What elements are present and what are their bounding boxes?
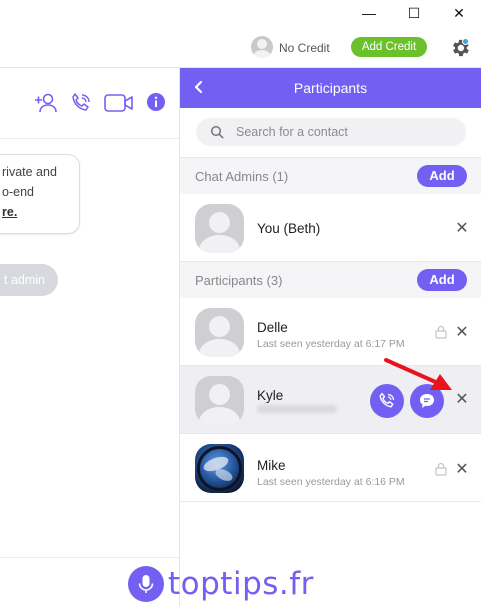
lock-icon[interactable] — [435, 462, 447, 476]
window-titlebar: — ☐ ✕ — [0, 0, 481, 28]
last-seen-text: Last seen yesterday at 6:16 PM — [257, 476, 405, 488]
admin-system-message: t admin — [0, 264, 58, 296]
voice-message-button[interactable] — [128, 566, 164, 602]
audio-call-icon[interactable] — [70, 92, 92, 114]
video-call-icon[interactable] — [104, 92, 134, 114]
microphone-icon — [138, 575, 154, 593]
composer-divider — [0, 557, 179, 558]
add-participant-button[interactable]: Add — [417, 269, 467, 291]
avatar — [195, 376, 244, 425]
credit-status: No Credit — [279, 41, 330, 55]
chat-area: rivate and o-end re. t admin — [0, 68, 180, 606]
remove-icon[interactable]: ✕ — [455, 462, 469, 478]
participants-section-header: Participants (3) Add — [180, 261, 481, 299]
minimize-button[interactable]: — — [352, 0, 386, 26]
remove-icon[interactable]: ✕ — [455, 325, 469, 341]
search-input[interactable] — [236, 123, 456, 141]
participant-name: You (Beth) — [257, 221, 321, 236]
admin-system-message-text: t admin — [4, 273, 45, 287]
participant-name: Mike — [257, 458, 286, 473]
notice-line-1: rivate and — [2, 165, 57, 179]
add-credit-button[interactable]: Add Credit — [351, 37, 427, 57]
close-window-button[interactable]: ✕ — [442, 0, 476, 26]
participants-count-label: Participants (3) — [195, 273, 283, 288]
panel-title: Participants — [293, 80, 368, 96]
chat-admins-label: Chat Admins (1) — [195, 169, 289, 184]
account-avatar-icon[interactable] — [251, 36, 273, 58]
participant-name: Kyle — [257, 388, 284, 403]
notice-learn-more-link[interactable]: re. — [2, 205, 17, 219]
participant-row[interactable]: Mike Last seen yesterday at 6:16 PM ✕ — [180, 434, 481, 502]
chat-header-divider — [0, 138, 179, 139]
participant-name: Delle — [257, 320, 288, 335]
contact-search[interactable] — [196, 118, 466, 146]
watermark-text: toptips.fr — [168, 566, 314, 602]
avatar — [195, 308, 244, 357]
info-icon[interactable] — [146, 92, 166, 112]
notification-dot — [462, 38, 469, 45]
add-participant-icon[interactable] — [34, 92, 58, 114]
avatar — [195, 204, 244, 253]
admin-row-you[interactable]: You (Beth) ✕ — [180, 194, 481, 262]
remove-icon[interactable]: ✕ — [455, 221, 469, 237]
participants-panel: Participants Chat Admins (1) Add You (Be… — [180, 68, 481, 606]
annotation-arrow-icon — [384, 358, 452, 390]
chat-header-actions — [34, 92, 174, 116]
encryption-notice-bubble: rivate and o-end re. — [0, 154, 80, 234]
top-bar: No Credit Add Credit — [0, 28, 481, 68]
lock-icon[interactable] — [435, 325, 447, 339]
last-seen-text: Last seen yesterday at 6:17 PM — [257, 338, 405, 350]
blurred-phone-number — [257, 405, 337, 413]
notice-line-2: o-end — [2, 185, 34, 199]
add-admin-button[interactable]: Add — [417, 165, 467, 187]
participants-header: Participants — [180, 68, 481, 108]
avatar — [195, 444, 244, 493]
chat-admins-section-header: Chat Admins (1) Add — [180, 157, 481, 195]
search-icon — [210, 125, 224, 139]
maximize-button[interactable]: ☐ — [397, 0, 431, 26]
